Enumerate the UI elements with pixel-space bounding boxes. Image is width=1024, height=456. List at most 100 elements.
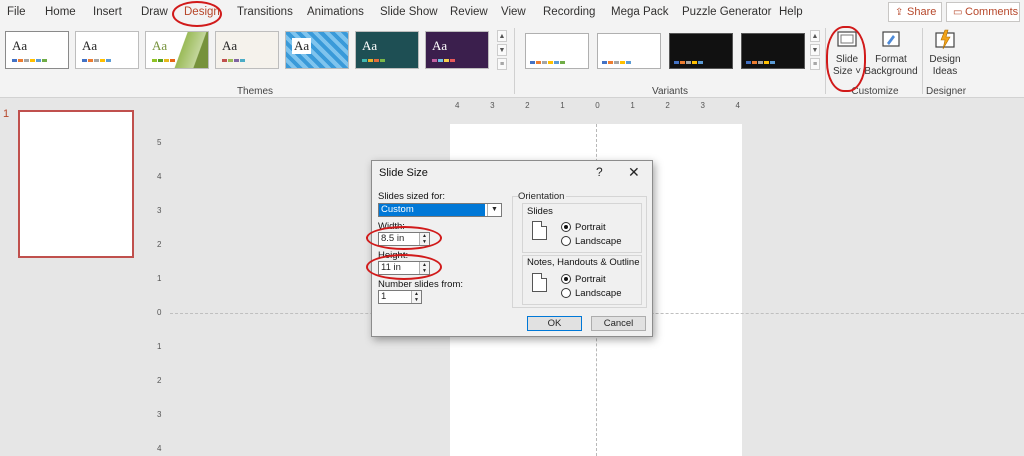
share-label: Share — [907, 6, 937, 18]
variant-1-colors — [530, 61, 565, 64]
theme-retrospect-label: Aa — [222, 38, 238, 53]
tab-slide-show[interactable]: Slide Show — [380, 3, 438, 21]
slides-landscape-label: Landscape — [575, 236, 622, 247]
notes-orientation-label: Notes, Handouts & Outline — [527, 257, 640, 268]
variants-scroll-down[interactable]: ▼ — [810, 44, 820, 56]
notes-landscape-label: Landscape — [575, 288, 622, 299]
theme-purple-label: Aa — [432, 38, 448, 53]
ruler-tick-label: 2 — [525, 100, 530, 110]
tab-help[interactable]: Help — [779, 3, 803, 21]
tab-transitions[interactable]: Transitions — [237, 3, 293, 21]
theme-retrospect-colors — [222, 59, 245, 62]
theme-teal-label: Aa — [362, 38, 378, 53]
ok-button[interactable]: OK — [527, 316, 582, 331]
theme-retrospect[interactable]: Aa — [215, 31, 279, 69]
slides-portrait-radio[interactable] — [561, 222, 571, 232]
theme-purple[interactable]: Aa — [425, 31, 489, 69]
tab-recording[interactable]: Recording — [543, 3, 595, 21]
ruler-tick-label: 2 — [157, 240, 162, 249]
themes-scroll-down[interactable]: ▼ — [497, 44, 507, 56]
slides-landscape-radio[interactable] — [561, 236, 571, 246]
annotation-circle-width — [366, 226, 442, 250]
themes-more-button[interactable]: ≡ — [497, 58, 507, 70]
ruler-tick-label: 1 — [630, 100, 635, 110]
variant-2-colors — [602, 61, 631, 64]
format-background-icon — [882, 31, 900, 47]
design-ideas-button[interactable]: Design Ideas — [926, 28, 964, 78]
comment-icon: ▭ — [953, 7, 963, 18]
themes-group-label: Themes — [236, 86, 274, 97]
tab-insert[interactable]: Insert — [93, 3, 122, 21]
number-slides-from-stepper[interactable]: 1 ▲ ▼ — [378, 290, 422, 304]
share-button[interactable]: ⇪ Share — [888, 2, 942, 22]
number-slides-from-label: Number slides from: — [378, 279, 463, 290]
slide-thumbnail-pane: 1 — [0, 98, 152, 456]
ruler-tick-label: 4 — [157, 444, 162, 453]
format-background-button[interactable]: Format Background — [864, 28, 918, 78]
ruler-tick-label: 3 — [157, 410, 162, 419]
annotation-circle-design-tab — [172, 1, 222, 27]
designer-group-label: Designer — [926, 86, 967, 97]
cancel-button[interactable]: Cancel — [591, 316, 646, 331]
theme-office-2-colors — [82, 59, 111, 62]
portrait-page-icon — [532, 221, 547, 240]
tab-draw[interactable]: Draw — [141, 3, 168, 21]
portrait-page-icon — [532, 273, 547, 292]
number-slides-from-value: 1 — [381, 291, 387, 302]
ruler-tick-label: 2 — [665, 100, 670, 110]
help-icon[interactable]: ? — [596, 165, 603, 179]
notes-portrait-radio[interactable] — [561, 274, 571, 284]
theme-pattern[interactable]: Aa — [285, 31, 349, 69]
notes-landscape-radio[interactable] — [561, 288, 571, 298]
theme-teal[interactable]: Aa — [355, 31, 419, 69]
design-ideas-icon — [935, 29, 955, 50]
spinner-arrows-icon[interactable]: ▲ ▼ — [411, 291, 421, 303]
theme-facet-label: Aa — [152, 38, 168, 53]
tab-home[interactable]: Home — [45, 3, 76, 21]
ribbon-tab-bar: File Home Insert Draw Design Transitions… — [0, 0, 1024, 24]
tab-mega-pack[interactable]: Mega Pack — [611, 3, 669, 21]
ribbon-separator — [922, 28, 923, 94]
theme-office-label: Aa — [12, 38, 28, 53]
horizontal-ruler: 4 3 2 1 0 1 2 3 4 — [455, 100, 740, 110]
variants-scroll-up[interactable]: ▲ — [810, 30, 820, 42]
slide-thumbnail[interactable] — [18, 110, 134, 258]
chevron-down-icon: ▼ — [487, 204, 501, 216]
format-background-label: Format Background — [864, 54, 918, 77]
theme-facet-colors — [152, 59, 175, 62]
comments-button[interactable]: ▭ Comments — [946, 2, 1020, 22]
design-ribbon: Aa Aa Aa Aa Aa Aa Aa ▲ ▼ ≡ Themes ▲ ▼ ≡ … — [0, 24, 1024, 98]
ruler-tick-label: 0 — [595, 100, 600, 110]
theme-teal-colors — [362, 59, 385, 62]
variant-3[interactable] — [669, 33, 733, 69]
ruler-tick-label: 1 — [560, 100, 565, 110]
theme-pattern-label: Aa — [292, 38, 312, 54]
design-ideas-label: Design Ideas — [929, 54, 961, 77]
theme-facet[interactable]: Aa — [145, 31, 209, 69]
slides-sized-for-value: Custom — [379, 204, 485, 216]
ruler-tick-label: 3 — [157, 206, 162, 215]
tab-review[interactable]: Review — [450, 3, 488, 21]
variant-1[interactable] — [525, 33, 589, 69]
slides-sized-for-dropdown[interactable]: Custom ▼ — [378, 203, 502, 217]
slides-portrait-label: Portrait — [575, 222, 606, 233]
tab-animations[interactable]: Animations — [307, 3, 364, 21]
theme-office-2[interactable]: Aa — [75, 31, 139, 69]
close-icon[interactable]: ✕ — [628, 164, 640, 181]
slide-number: 1 — [3, 108, 10, 120]
tab-puzzle-generator[interactable]: Puzzle Generator — [682, 3, 772, 21]
notes-portrait-label: Portrait — [575, 274, 606, 285]
vertical-ruler: 5 4 3 2 1 0 1 2 3 4 — [155, 126, 167, 456]
tab-file[interactable]: File — [7, 3, 26, 21]
variant-4[interactable] — [741, 33, 805, 69]
comments-label: Comments — [965, 6, 1019, 18]
tab-view[interactable]: View — [501, 3, 526, 21]
ruler-tick-label: 3 — [700, 100, 705, 110]
slides-sized-for-label: Slides sized for: — [378, 191, 446, 202]
variant-2[interactable] — [597, 33, 661, 69]
theme-office[interactable]: Aa — [5, 31, 69, 69]
orientation-label: Orientation — [518, 191, 567, 202]
variants-more-button[interactable]: ≡ — [810, 58, 820, 70]
themes-scroll-up[interactable]: ▲ — [497, 30, 507, 42]
theme-office-2-label: Aa — [82, 38, 98, 53]
